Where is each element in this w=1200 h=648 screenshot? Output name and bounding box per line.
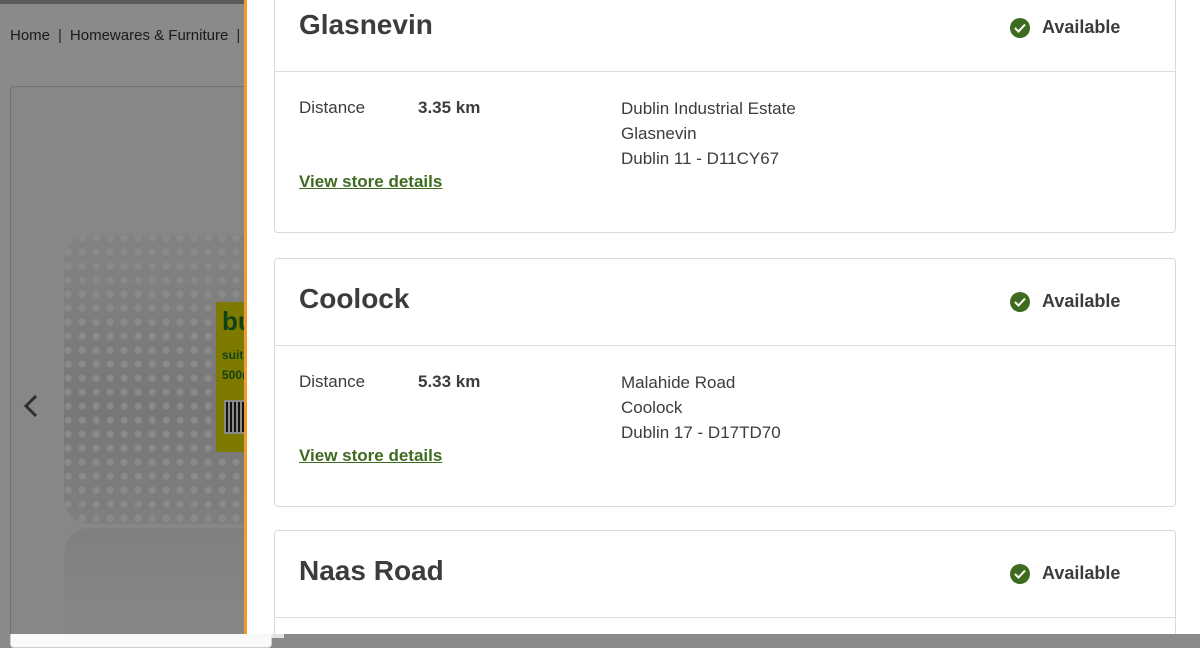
store-name: Naas Road bbox=[299, 555, 444, 586]
store-card-glasnevin: Glasnevin Available Distance 3.35 km Dub… bbox=[274, 0, 1176, 233]
check-circle-icon bbox=[1010, 17, 1030, 38]
availability-status: Available bbox=[1010, 563, 1120, 584]
view-store-details-link[interactable]: View store details bbox=[299, 172, 442, 192]
store-availability-drawer: Glasnevin Available Distance 3.35 km Dub… bbox=[244, 0, 1200, 634]
store-address: Malahide Road Coolock Dublin 17 - D17TD7… bbox=[621, 370, 781, 445]
store-address: Dublin Industrial Estate Glasnevin Dubli… bbox=[621, 96, 796, 171]
address-line: Glasnevin bbox=[621, 124, 697, 143]
address-line: Dublin Industrial Estate bbox=[621, 99, 796, 118]
store-card-header: Coolock Available bbox=[275, 259, 1175, 346]
check-circle-icon bbox=[1010, 563, 1030, 584]
availability-status: Available bbox=[1010, 291, 1120, 312]
availability-text: Available bbox=[1042, 291, 1121, 311]
distance-value: 3.35 km bbox=[418, 98, 481, 117]
distance-value: 5.33 km bbox=[418, 372, 481, 391]
availability-text: Available bbox=[1042, 563, 1121, 583]
address-line: Dublin 11 - D11CY67 bbox=[621, 149, 780, 168]
store-card-body: Distance 5.33 km Malahide Road Coolock D… bbox=[275, 346, 1175, 506]
store-card-coolock: Coolock Available Distance 5.33 km Malah… bbox=[274, 258, 1176, 507]
availability-text: Available bbox=[1042, 17, 1121, 37]
store-name: Glasnevin bbox=[299, 9, 433, 40]
check-circle-icon bbox=[1010, 291, 1030, 312]
store-name: Coolock bbox=[299, 283, 410, 314]
store-card-header: Glasnevin Available bbox=[275, 0, 1175, 72]
store-card-body: Distance 3.35 km Dublin Industrial Estat… bbox=[275, 72, 1175, 232]
address-line: Coolock bbox=[621, 398, 683, 417]
view-store-details-link[interactable]: View store details bbox=[299, 446, 442, 466]
address-line: Dublin 17 - D17TD70 bbox=[621, 423, 781, 442]
address-line: Malahide Road bbox=[621, 373, 736, 392]
availability-status: Available bbox=[1010, 17, 1120, 38]
store-card-naas-road: Naas Road Available bbox=[274, 530, 1176, 634]
distance-label: Distance bbox=[299, 372, 366, 391]
store-card-header: Naas Road Available bbox=[275, 531, 1175, 618]
distance-label: Distance bbox=[299, 98, 366, 117]
